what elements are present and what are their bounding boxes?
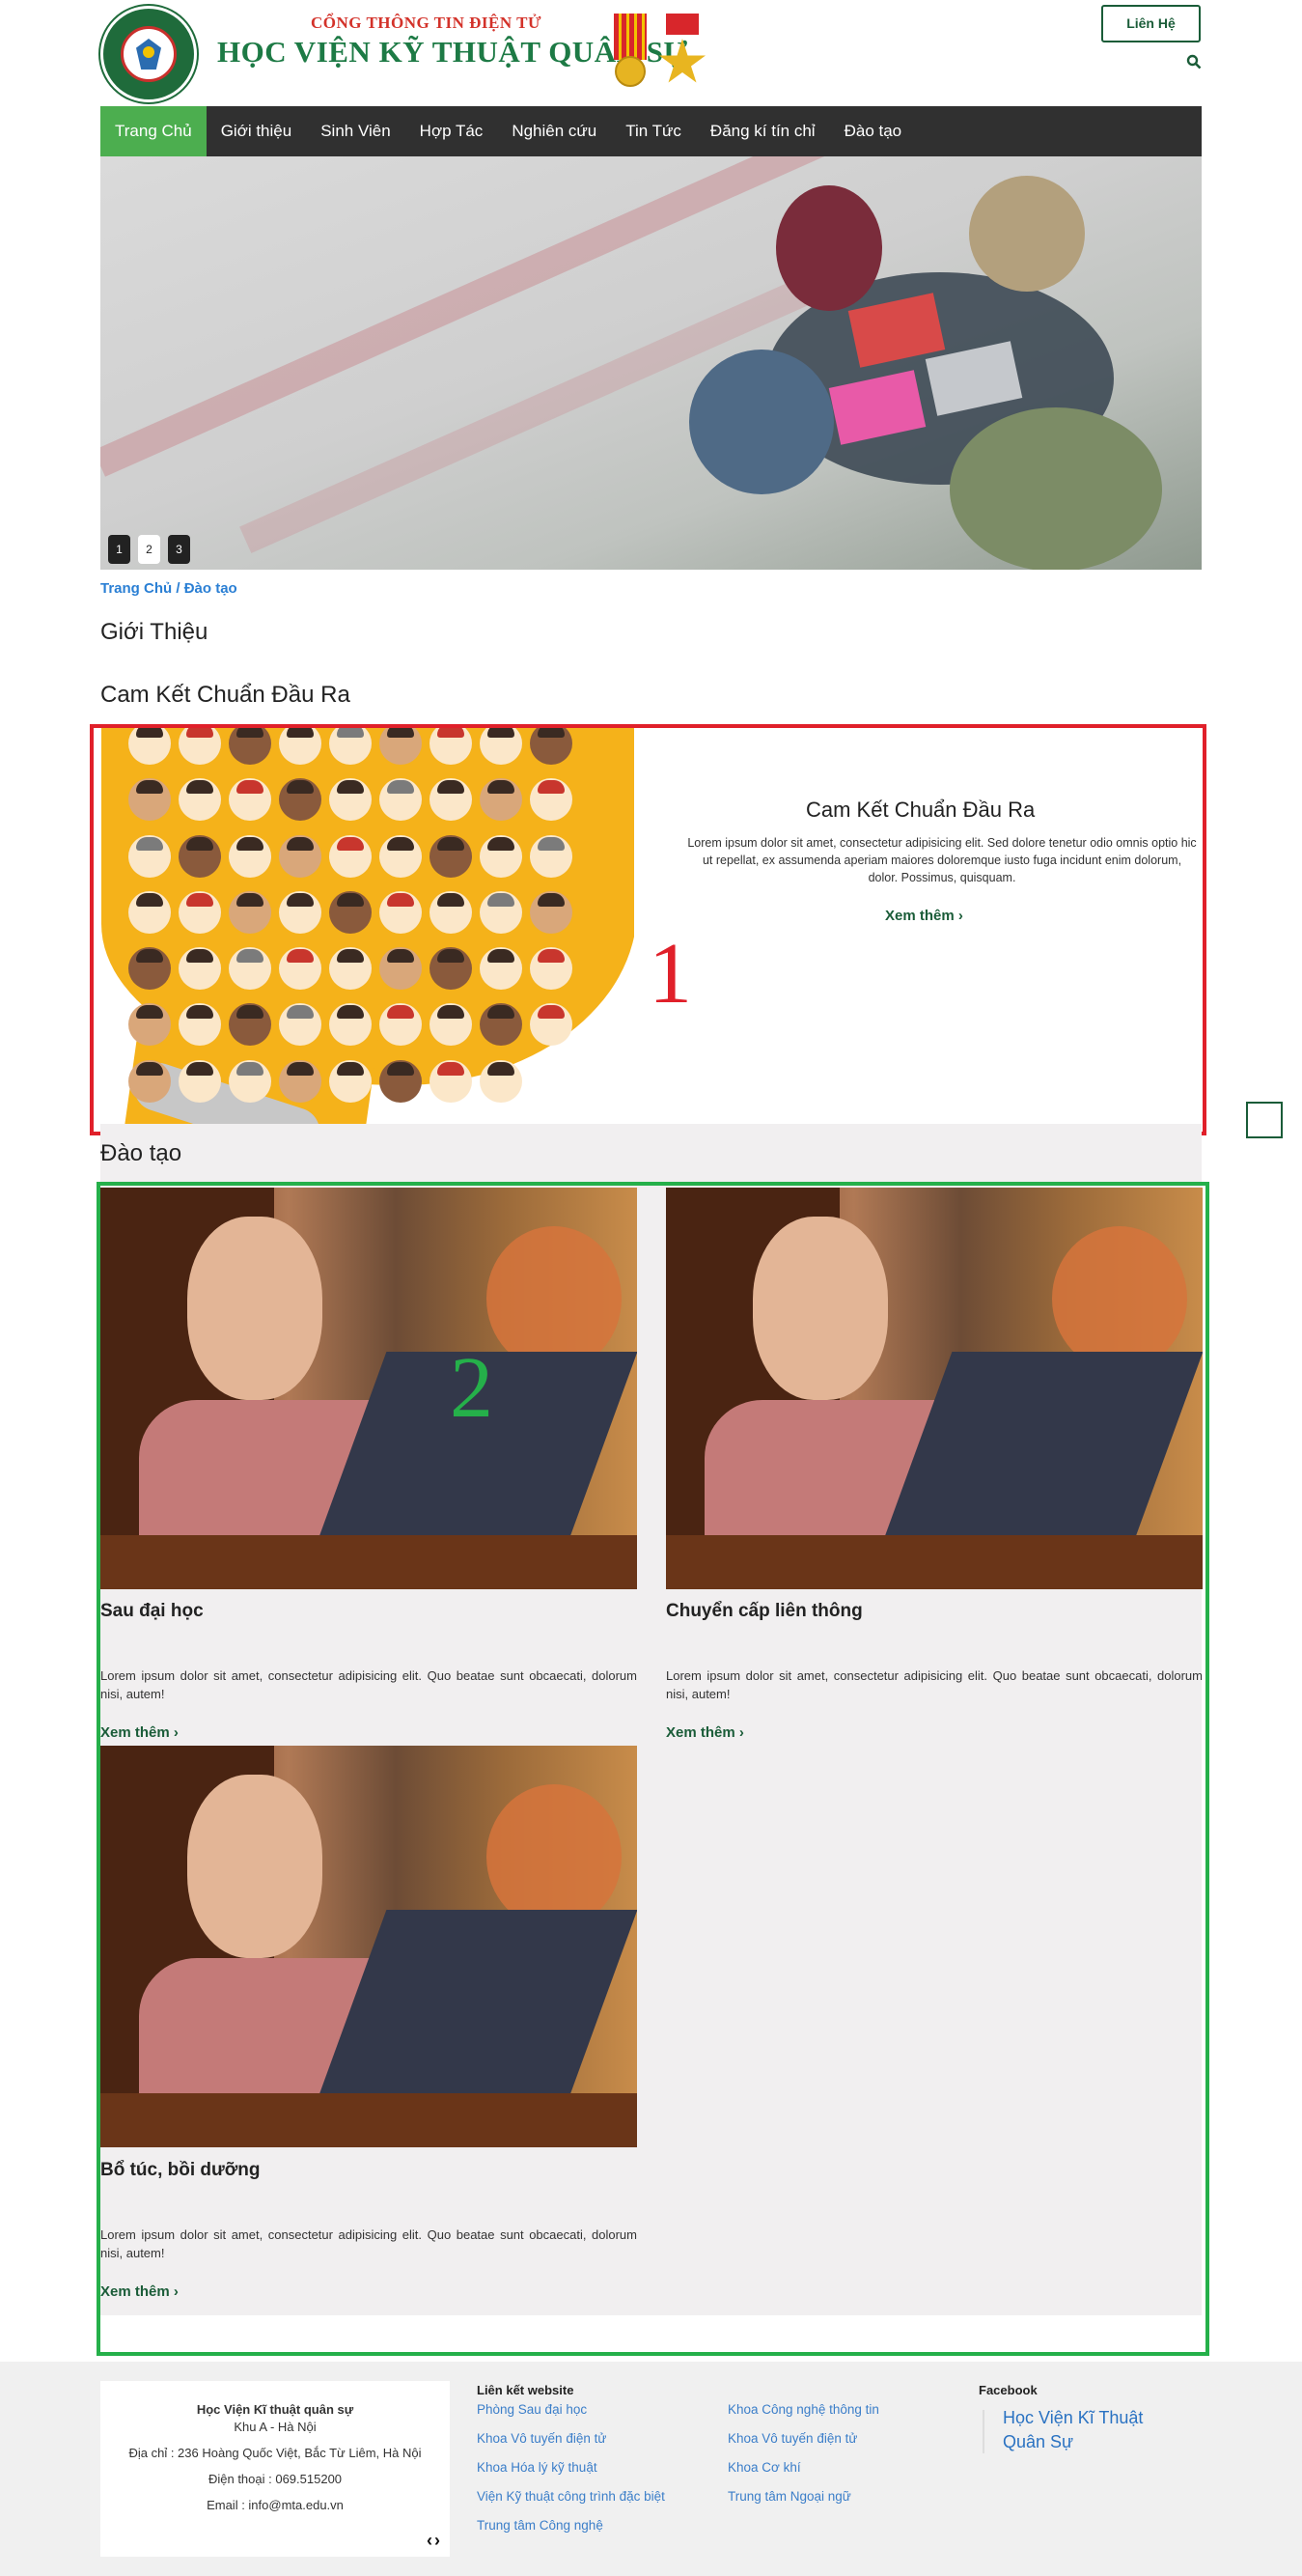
chevron-right-icon[interactable]: › xyxy=(434,2531,442,2550)
commitment-title: Cam Kết Chuẩn Đầu Ra xyxy=(806,798,1036,822)
chevron-right-icon: › xyxy=(738,1724,744,1741)
contact-info-box: Học Viện Kĩ thuật quân sự Khu A - Hà Nội… xyxy=(100,2381,450,2557)
facebook-title: Facebook xyxy=(979,2383,1038,2397)
read-more-label: Xem thêm xyxy=(666,1724,735,1741)
lightbulb-people-image xyxy=(101,728,634,1132)
floating-side-button[interactable] xyxy=(1246,1102,1283,1138)
training-card-title[interactable]: Chuyển cấp liên thông xyxy=(666,1601,863,1622)
training-card-title[interactable]: Bổ túc, bồi dưỡng xyxy=(100,2160,261,2181)
footer-link[interactable]: Khoa Hóa lý kỹ thuật xyxy=(477,2460,597,2475)
training-card-text: Lorem ipsum dolor sit amet, consectetur … xyxy=(100,2227,637,2260)
training-heading: Đào tạo xyxy=(100,1140,182,1166)
footer-link[interactable]: Khoa Cơ khí xyxy=(728,2460,801,2475)
academy-logo[interactable] xyxy=(100,6,197,102)
nav-item-training[interactable]: Đào tạo xyxy=(830,106,917,156)
chevron-right-icon: › xyxy=(173,1724,179,1741)
site-footer: Học Viện Kĩ thuật quân sự Khu A - Hà Nội… xyxy=(0,2362,1302,2576)
commitment-read-more-link[interactable]: Xem thêm › xyxy=(885,908,963,924)
footer-link[interactable]: Khoa Vô tuyến điện tử xyxy=(728,2431,857,2446)
read-more-label: Xem thêm xyxy=(100,1724,170,1741)
slider-page-2[interactable]: 2 xyxy=(138,535,160,564)
footer-link[interactable]: Khoa Công nghệ thông tin xyxy=(728,2402,879,2417)
medal-icon xyxy=(614,14,647,87)
read-more-label: Xem thêm xyxy=(100,2283,170,2300)
footer-campus: Khu A - Hà Nội xyxy=(234,2420,317,2434)
nav-item-news[interactable]: Tin Tức xyxy=(611,106,696,156)
slider-page-1[interactable]: 1 xyxy=(108,535,130,564)
contact-button[interactable]: Liên Hệ xyxy=(1101,5,1201,42)
training-card-text: Lorem ipsum dolor sit amet, consectetur … xyxy=(666,1668,1203,1701)
star-medal-icon xyxy=(658,14,706,87)
footer-phone: Điện thoại : 069.515200 xyxy=(208,2472,343,2486)
nav-item-about[interactable]: Giới thiệu xyxy=(207,106,307,156)
carousel-arrows[interactable]: ‹› xyxy=(427,2531,442,2551)
portal-subtitle: CỔNG THÔNG TIN ĐIỆN TỬ xyxy=(311,14,541,32)
chevron-left-icon[interactable]: ‹ xyxy=(427,2531,434,2550)
footer-link[interactable]: Phòng Sau đại học xyxy=(477,2402,587,2417)
chevron-right-icon: › xyxy=(173,2283,179,2300)
commitment-section: Cam Kết Chuẩn Đầu Ra Lorem ipsum dolor s… xyxy=(90,724,1206,1135)
footer-link[interactable]: Trung tâm Ngoại ngữ xyxy=(728,2489,851,2504)
training-card-title[interactable]: Sau đại học xyxy=(100,1601,204,1622)
footer-org-name: Học Viện Kĩ thuật quân sự xyxy=(196,2402,354,2417)
nav-item-cooperation[interactable]: Hợp Tác xyxy=(405,106,498,156)
nav-item-research[interactable]: Nghiên cứu xyxy=(497,106,611,156)
slider-pagination: 1 2 3 xyxy=(108,535,190,564)
search-icon[interactable] xyxy=(1186,54,1202,70)
website-links-title: Liên kết website xyxy=(477,2383,574,2397)
training-card-read-more-link[interactable]: Xem thêm › xyxy=(666,1724,744,1741)
slider-page-3[interactable]: 3 xyxy=(168,535,190,564)
breadcrumb-separator: / xyxy=(176,580,180,597)
hero-slider[interactable]: 1 2 3 xyxy=(100,156,1202,570)
annotation-number-1: 1 xyxy=(649,926,692,1022)
nav-item-home[interactable]: Trang Chủ xyxy=(100,106,207,156)
commitment-text: Lorem ipsum dolor sit amet, consectetur … xyxy=(687,836,1197,884)
breadcrumb: Trang Chủ / Đào tạo xyxy=(100,580,237,597)
facebook-divider xyxy=(983,2410,984,2453)
breadcrumb-home[interactable]: Trang Chủ xyxy=(100,580,172,597)
training-card-image[interactable] xyxy=(100,1746,637,2147)
nav-item-course-registration[interactable]: Đăng kí tín chỉ xyxy=(696,106,830,156)
footer-link[interactable]: Trung tâm Công nghệ xyxy=(477,2518,603,2533)
training-card-image[interactable] xyxy=(100,1188,637,1589)
nav-item-students[interactable]: Sinh Viên xyxy=(306,106,404,156)
training-card-text: Lorem ipsum dolor sit amet, consectetur … xyxy=(100,1668,637,1701)
site-header: CỔNG THÔNG TIN ĐIỆN TỬ HỌC VIỆN KỸ THUẬT… xyxy=(0,0,1302,106)
footer-email: Email : info@mta.edu.vn xyxy=(207,2498,344,2512)
annotation-number-2: 2 xyxy=(450,1340,493,1436)
breadcrumb-current[interactable]: Đào tạo xyxy=(184,580,237,597)
training-card-read-more-link[interactable]: Xem thêm › xyxy=(100,1724,179,1741)
chevron-right-icon: › xyxy=(957,908,963,924)
footer-address: Địa chỉ : 236 Hoàng Quốc Việt, Bắc Từ Li… xyxy=(128,2446,422,2460)
footer-link[interactable]: Viện Kỹ thuật công trình đặc biệt xyxy=(477,2489,665,2504)
read-more-label: Xem thêm xyxy=(885,908,955,924)
training-card-image[interactable] xyxy=(666,1188,1203,1589)
training-card-read-more-link[interactable]: Xem thêm › xyxy=(100,2283,179,2300)
intro-heading: Giới Thiệu xyxy=(100,619,208,645)
commitment-heading: Cam Kết Chuẩn Đầu Ra xyxy=(100,682,350,708)
footer-link[interactable]: Khoa Vô tuyến điện tử xyxy=(477,2431,606,2446)
facebook-page-link[interactable]: Học Viện Kĩ Thuật Quân Sự xyxy=(1003,2406,1186,2454)
main-nav: Trang Chủ Giới thiệu Sinh Viên Hợp Tác N… xyxy=(100,106,1202,156)
